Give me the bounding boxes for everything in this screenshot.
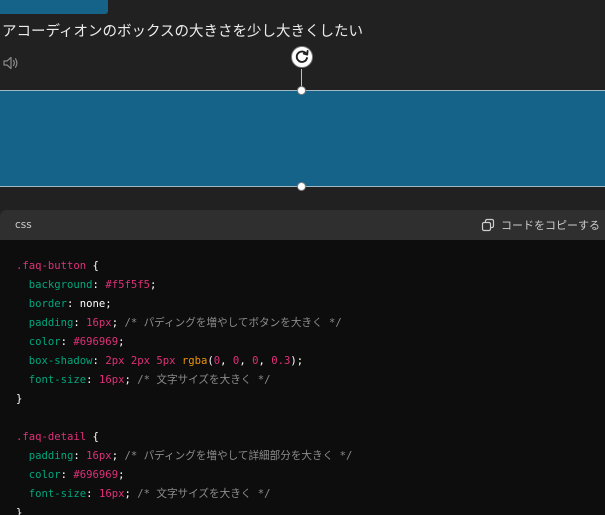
code-token: ; xyxy=(118,336,125,348)
previous-blue-box xyxy=(0,0,108,14)
code-token: ); xyxy=(290,355,304,367)
message-text: アコーディオンのボックスの大きさを少し大きくしたい xyxy=(2,24,364,40)
code-token: : xyxy=(60,469,74,481)
code-line: font-size: 16px; /* 文字サイズを大きく */ xyxy=(16,485,352,504)
speaker-icon[interactable] xyxy=(2,54,20,72)
code-token: border xyxy=(16,298,68,310)
code-token: .faq-button xyxy=(16,260,87,272)
code-token: : xyxy=(60,336,74,348)
code-line: background: #f5f5f5; xyxy=(16,276,352,295)
code-token: #f5f5f5 xyxy=(105,279,150,291)
code-block-header: css コードをコピーする xyxy=(0,210,605,240)
code-token: box-shadow xyxy=(16,355,93,367)
code-block: css コードをコピーする .faq-button { background: … xyxy=(0,210,605,515)
code-token: 16px xyxy=(98,374,125,386)
resize-handle-bottom[interactable] xyxy=(297,182,306,191)
code-line: .faq-button { xyxy=(16,257,352,276)
code-token: color xyxy=(16,469,61,481)
code-token: color xyxy=(16,336,61,348)
code-token: , xyxy=(220,355,233,367)
code-token: /* パディングを増やしてボタンを大きく */ xyxy=(124,317,342,329)
code-token: .faq-detail xyxy=(16,431,87,443)
code-token: ; xyxy=(149,279,157,291)
code-token: : xyxy=(73,317,87,329)
code-token: ; xyxy=(111,450,125,462)
code-token: , xyxy=(258,355,272,367)
code-line: } xyxy=(16,504,352,515)
code-token: /* パディングを増やして詳細部分を大きく */ xyxy=(124,450,353,462)
code-token: 2px 2px 5px xyxy=(105,355,182,367)
code-token: #696969 xyxy=(73,469,119,481)
resize-handle-top[interactable] xyxy=(297,86,306,95)
code-line: } xyxy=(16,390,352,409)
code-token: : xyxy=(73,450,87,462)
code-token: { xyxy=(86,431,99,443)
code-token: background xyxy=(16,279,93,291)
code-line: color: #696969; xyxy=(16,333,352,352)
code-token: 0.3 xyxy=(271,355,291,367)
code-token: padding xyxy=(16,317,74,329)
code-token: /* 文字サイズを大きく */ xyxy=(137,374,271,386)
code-token: font-size xyxy=(16,374,87,386)
code-content: .faq-button { background: #f5f5f5; borde… xyxy=(16,257,352,515)
code-token: ; xyxy=(124,374,138,386)
code-line: border: none; xyxy=(16,295,352,314)
code-token: 16px xyxy=(86,317,112,329)
code-token: } xyxy=(16,507,23,515)
code-line: color: #696969; xyxy=(16,466,352,485)
code-token: : none; xyxy=(67,298,112,310)
code-line: padding: 16px; /* パディングを増やしてボタンを大きく */ xyxy=(16,314,352,333)
chat-view: アコーディオンのボックスの大きさを少し大きくしたい css コードをコピーする … xyxy=(0,0,605,515)
copy-icon xyxy=(481,218,495,232)
code-token: rgba xyxy=(181,355,208,367)
code-token: , xyxy=(239,355,253,367)
code-token: : xyxy=(92,279,106,291)
code-line: padding: 16px; /* パディングを増やして詳細部分を大きく */ xyxy=(16,447,353,466)
code-line: font-size: 16px; /* 文字サイズを大きく */ xyxy=(16,371,352,390)
code-token: padding xyxy=(16,450,74,462)
code-token: { xyxy=(86,260,99,272)
code-token: } xyxy=(16,393,23,405)
selected-box-shape[interactable] xyxy=(0,90,605,187)
code-token: /* 文字サイズを大きく */ xyxy=(137,488,271,500)
copy-code-label: コードをコピーする xyxy=(501,219,600,232)
code-line: box-shadow: 2px 2px 5px rgba(0, 0, 0, 0.… xyxy=(16,352,352,371)
code-token: #696969 xyxy=(73,336,119,348)
code-token: : xyxy=(86,374,99,386)
code-token: : xyxy=(92,355,106,367)
code-token: ; xyxy=(111,317,125,329)
code-language-label: css xyxy=(15,219,32,231)
code-token: ; xyxy=(124,488,138,500)
code-token: 16px xyxy=(86,450,112,462)
code-token: ; xyxy=(118,469,125,481)
rotate-icon[interactable] xyxy=(290,45,314,69)
code-token: : xyxy=(86,488,99,500)
code-token: font-size xyxy=(16,488,87,500)
code-token: 16px xyxy=(98,488,125,500)
copy-code-button[interactable]: コードをコピーする xyxy=(481,216,600,234)
code-line: .faq-detail { xyxy=(16,428,352,447)
